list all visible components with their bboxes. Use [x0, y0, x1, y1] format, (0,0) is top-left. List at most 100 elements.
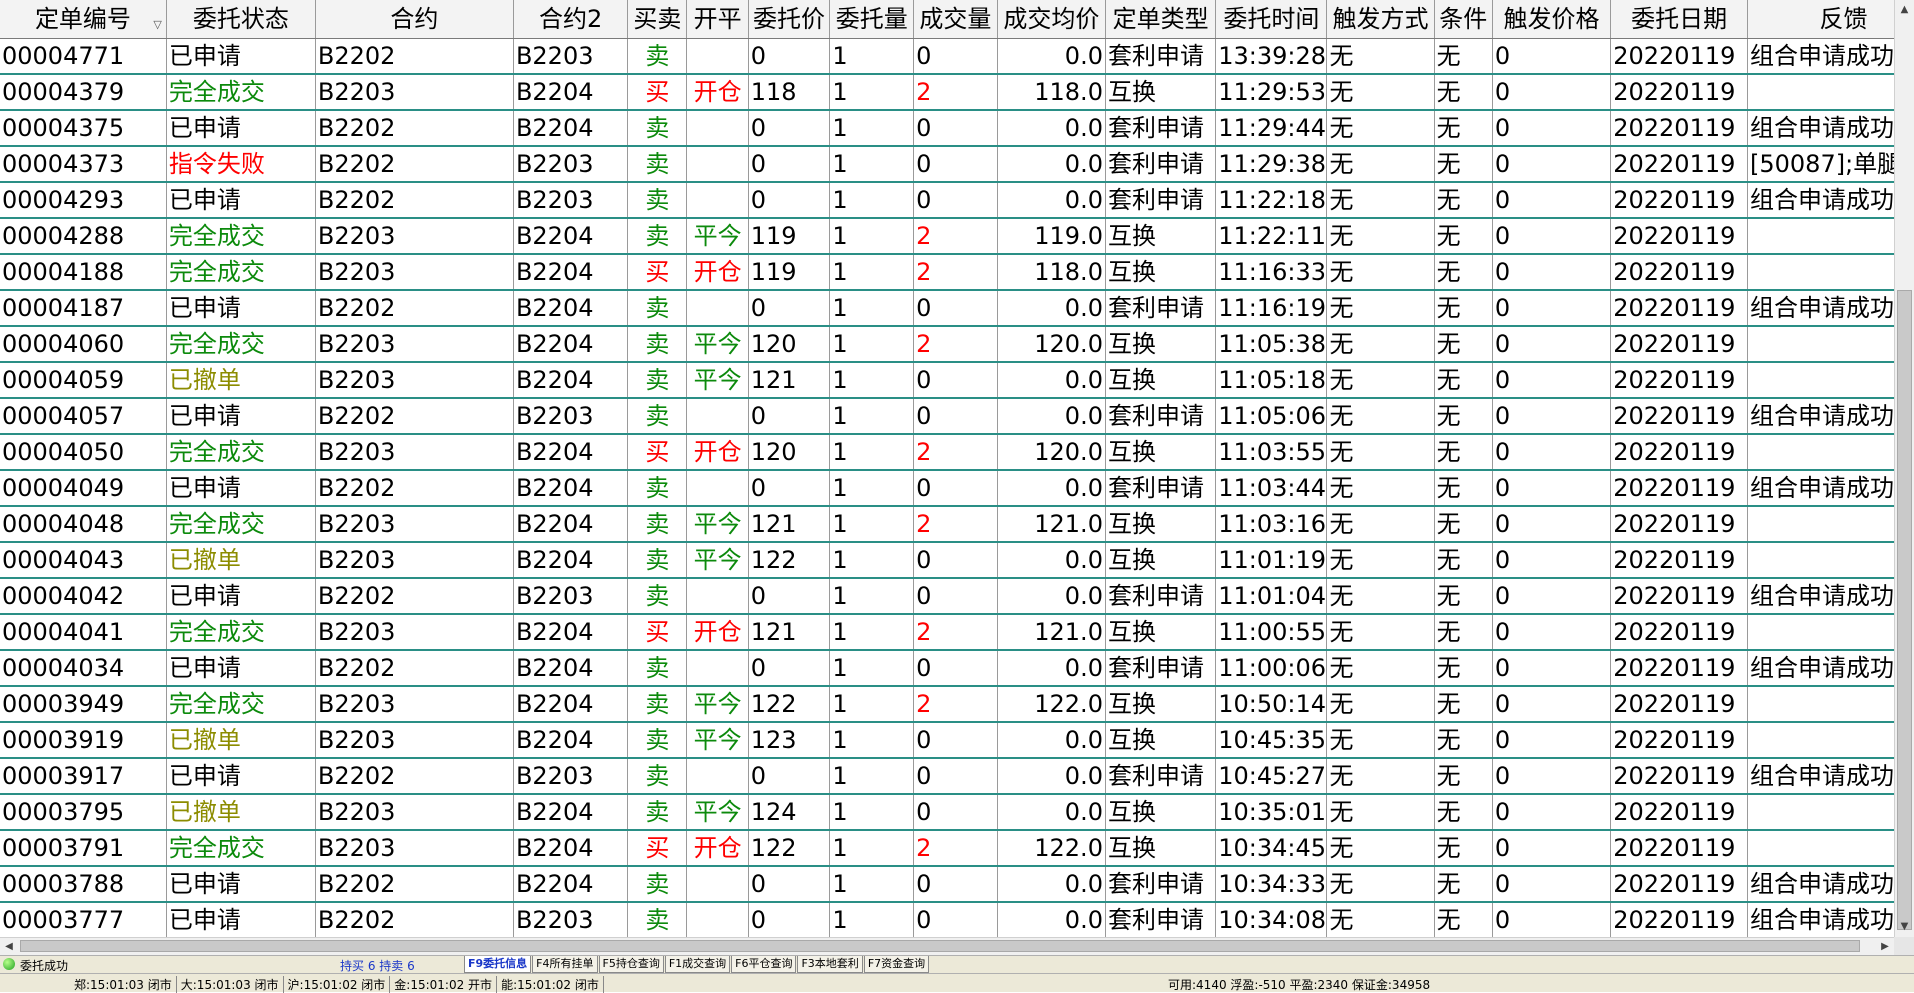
table-row[interactable]: 00004293 已申请 B2202 B2203 卖 0 1 0 0.0 套利申请 11:22:18…: [0, 181, 1894, 219]
cell-type: 套利申请: [1105, 145, 1217, 183]
tab-5[interactable]: F3本地套利: [797, 956, 863, 973]
cell-feedback: [1747, 685, 1894, 723]
cell-side: 买: [627, 829, 688, 867]
table-row[interactable]: 00004060 完全成交 B2203 B2204 卖平今 120 1 2 120.0 互换 11:…: [0, 325, 1894, 363]
cell-feedback: 组合申请成功: [1747, 397, 1894, 435]
cell-qty: 1: [829, 109, 915, 147]
table-row[interactable]: 00004288 完全成交 B2203 B2204 卖平今 119 1 2 119.0 互换 11:…: [0, 217, 1894, 255]
tab-4[interactable]: F6平仓查询: [731, 956, 797, 973]
column-header[interactable]: 条件: [1434, 0, 1493, 39]
column-header[interactable]: 触发方式: [1326, 0, 1435, 39]
arrow-left-icon[interactable]: ◀: [0, 938, 18, 955]
cell-avg: 0.0: [997, 361, 1106, 399]
table-row[interactable]: 00003791 完全成交 B2203 B2204 买开仓 122 1 2 122.0 互换 10:…: [0, 829, 1894, 867]
horizontal-scrollbar[interactable]: ◀ ▶: [0, 937, 1894, 955]
column-header[interactable]: 合约: [315, 0, 514, 39]
table-row[interactable]: 00003917 已申请 B2202 B2203 卖 0 1 0 0.0 套利申请 10:45:27…: [0, 757, 1894, 795]
column-header[interactable]: 成交均价: [997, 0, 1106, 39]
tab-1[interactable]: F4所有挂单: [532, 956, 598, 973]
cell-date: 20220119: [1610, 505, 1748, 543]
tab-6[interactable]: F7资金查询: [863, 956, 930, 973]
table-row[interactable]: 00004041 完全成交 B2203 B2204 买开仓 121 1 2 121.0 互换 11:…: [0, 613, 1894, 651]
cell-time: 10:50:14: [1215, 685, 1328, 723]
table-row[interactable]: 00004043 已撤单 B2203 B2204 卖平今 122 1 0 0.0 互换 11:01:…: [0, 541, 1894, 579]
cell-cond: 无: [1434, 829, 1493, 867]
table-row[interactable]: 00003788 已申请 B2202 B2204 卖 0 1 0 0.0 套利申请 10:34:33…: [0, 865, 1894, 903]
table-row[interactable]: 00003777 已申请 B2202 B2203 卖 0 1 0 0.0 套利申请 10:34:08…: [0, 901, 1894, 937]
column-header[interactable]: 委托状态: [166, 0, 316, 39]
cell-oc: 开仓: [686, 73, 749, 111]
cell-cond: 无: [1434, 469, 1493, 507]
table-row[interactable]: 00004188 完全成交 B2203 B2204 买开仓 119 1 2 118.0 互换 11:…: [0, 253, 1894, 291]
table-row[interactable]: 00004042 已申请 B2202 B2203 卖 0 1 0 0.0 套利申请 11:01:04…: [0, 577, 1894, 615]
column-header[interactable]: 委托时间: [1215, 0, 1328, 39]
cell-c1: B2203: [315, 253, 514, 291]
vertical-scroll-thumb[interactable]: [1897, 290, 1912, 930]
cell-feedback: [1747, 361, 1894, 399]
cell-status: 完全成交: [166, 829, 316, 867]
column-header-label: 触发方式: [1332, 4, 1429, 33]
cell-feedback: 组合申请成功: [1747, 181, 1894, 219]
column-header[interactable]: 反馈: [1747, 0, 1894, 39]
cell-tprice: 0: [1492, 757, 1612, 795]
table-row[interactable]: 00004034 已申请 B2202 B2204 卖 0 1 0 0.0 套利申请 11:00:06…: [0, 649, 1894, 687]
cell-type: 套利申请: [1105, 181, 1217, 219]
arrow-right-icon[interactable]: ▶: [1876, 938, 1894, 955]
sort-indicator-icon[interactable]: ▽: [153, 8, 161, 37]
table-row[interactable]: 00004187 已申请 B2202 B2204 卖 0 1 0 0.0 套利申请 11:16:19…: [0, 289, 1894, 327]
vertical-scrollbar[interactable]: ▲ ▼: [1894, 0, 1914, 937]
cell-filled: 2: [913, 829, 998, 867]
table-row[interactable]: 00004375 已申请 B2202 B2204 卖 0 1 0 0.0 套利申请 11:29:44…: [0, 109, 1894, 147]
cell-filled: 0: [913, 397, 998, 435]
column-header[interactable]: 触发价格: [1492, 0, 1612, 39]
cell-c1: B2202: [315, 865, 514, 903]
tab-2[interactable]: F5持仓查询: [598, 956, 664, 973]
column-header-label: 委托日期: [1631, 4, 1728, 33]
table-row[interactable]: 00004050 完全成交 B2203 B2204 买开仓 120 1 2 120.0 互换 11:…: [0, 433, 1894, 471]
table-row[interactable]: 00004049 已申请 B2202 B2204 卖 0 1 0 0.0 套利申请 11:03:44…: [0, 469, 1894, 507]
column-header[interactable]: 定单编号 ▽: [0, 0, 167, 39]
column-header[interactable]: 买卖: [627, 0, 688, 39]
table-row[interactable]: 00003795 已撤单 B2203 B2204 卖平今 124 1 0 0.0 互换 10:35:…: [0, 793, 1894, 831]
table-row[interactable]: 00004373 指令失败 B2202 B2203 卖 0 1 0 0.0 套利申请 11:29:3…: [0, 145, 1894, 183]
table-row[interactable]: 00004379 完全成交 B2203 B2204 买开仓 118 1 2 118.0 互换 11:…: [0, 73, 1894, 111]
cell-cond: 无: [1434, 325, 1493, 363]
cell-feedback: [1747, 721, 1894, 759]
column-header[interactable]: 成交量: [913, 0, 998, 39]
arrow-down-icon[interactable]: ▼: [1895, 917, 1914, 937]
arrow-up-icon[interactable]: ▲: [1895, 0, 1914, 20]
horizontal-scroll-thumb[interactable]: [20, 940, 1860, 952]
table-row[interactable]: 00004059 已撤单 B2203 B2204 卖平今 121 1 0 0.0 互换 11:05:…: [0, 361, 1894, 399]
cell-c2: B2204: [513, 649, 629, 687]
table-row[interactable]: 00004057 已申请 B2202 B2203 卖 0 1 0 0.0 套利申请 11:05:06…: [0, 397, 1894, 435]
table-row[interactable]: 00004771 已申请 B2202 B2203 卖 0 1 0 0.0 套利申请 13:39:28…: [0, 38, 1894, 75]
cell-c1: B2203: [315, 685, 514, 723]
cell-c1: B2203: [315, 613, 514, 651]
cell-side: 买: [627, 613, 688, 651]
cell-oc: [686, 38, 749, 75]
cell-avg: 0.0: [997, 757, 1106, 795]
column-header[interactable]: 委托价: [748, 0, 831, 39]
table-row[interactable]: 00003949 完全成交 B2203 B2204 卖平今 122 1 2 122.0 互换 10:…: [0, 685, 1894, 723]
column-header[interactable]: 定单类型: [1105, 0, 1217, 39]
tab-0[interactable]: F9委托信息: [464, 956, 532, 973]
cell-status: 已申请: [166, 901, 316, 937]
cell-tprice: 0: [1492, 325, 1612, 363]
column-header[interactable]: 委托量: [829, 0, 915, 39]
cell-status: 完全成交: [166, 505, 316, 543]
cell-c2: B2203: [513, 181, 629, 219]
table-row[interactable]: 00004048 完全成交 B2203 B2204 卖平今 121 1 2 121.0 互换 11:…: [0, 505, 1894, 543]
status-message: 委托成功: [20, 959, 69, 973]
column-header[interactable]: 委托日期: [1610, 0, 1748, 39]
cell-oc: [686, 145, 749, 183]
cell-filled: 0: [913, 145, 998, 183]
cell-qty: 1: [829, 757, 915, 795]
cell-date: 20220119: [1610, 253, 1748, 291]
cell-avg: 0.0: [997, 577, 1106, 615]
column-header[interactable]: 开平: [686, 0, 749, 39]
tab-3[interactable]: F1成交查询: [664, 956, 731, 973]
column-header[interactable]: 合约2: [513, 0, 629, 39]
cell-status: 已申请: [166, 577, 316, 615]
table-row[interactable]: 00003919 已撤单 B2203 B2204 卖平今 123 1 0 0.0 互换 10:45:…: [0, 721, 1894, 759]
cell-filled: 0: [913, 361, 998, 399]
